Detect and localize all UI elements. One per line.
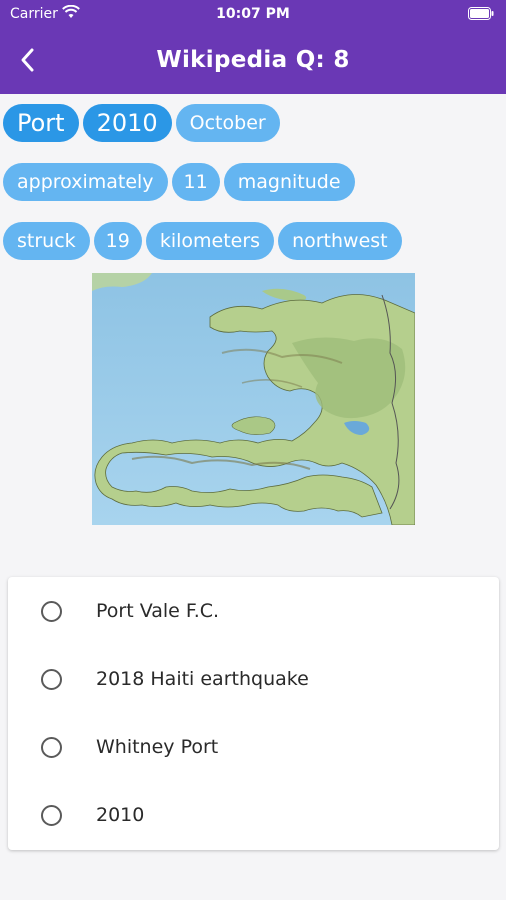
- answer-options: Port Vale F.C. 2018 Haiti earthquake Whi…: [8, 577, 499, 850]
- keyword-chip[interactable]: struck: [3, 222, 90, 260]
- radio-button[interactable]: [41, 668, 62, 690]
- keyword-chip[interactable]: October: [175, 104, 280, 142]
- radio-button[interactable]: [41, 804, 62, 826]
- answer-option[interactable]: 2018 Haiti earthquake: [8, 645, 499, 713]
- chip-row: approximately 11 magnitude: [3, 163, 503, 201]
- keyword-chip[interactable]: northwest: [278, 222, 402, 260]
- radio-button[interactable]: [41, 600, 62, 622]
- keyword-chip[interactable]: 11: [171, 163, 220, 201]
- keyword-chip[interactable]: magnitude: [223, 163, 355, 201]
- answer-label: 2010: [96, 804, 145, 826]
- status-time: 10:07 PM: [216, 6, 290, 22]
- keyword-chip[interactable]: 19: [93, 222, 142, 260]
- answer-label: Port Vale F.C.: [96, 600, 220, 622]
- keyword-chip[interactable]: kilometers: [145, 222, 275, 260]
- keyword-chip[interactable]: Port: [3, 104, 79, 142]
- app-header: Carrier 10:07 PM Wikipedia Q: 8: [0, 0, 506, 94]
- answer-option[interactable]: Port Vale F.C.: [8, 577, 499, 645]
- radio-button[interactable]: [41, 736, 62, 758]
- keyword-chips: Port 2010 October approximately 11 magni…: [3, 104, 503, 281]
- answer-label: 2018 Haiti earthquake: [96, 668, 309, 690]
- map-image: [92, 273, 415, 525]
- page-title: Wikipedia Q: 8: [156, 47, 350, 73]
- status-bar: Carrier 10:07 PM: [0, 0, 506, 28]
- chip-row: struck 19 kilometers northwest: [3, 222, 503, 260]
- chip-row: Port 2010 October: [3, 104, 503, 142]
- battery-icon: [468, 7, 494, 20]
- relief-map: [92, 273, 415, 525]
- answer-option[interactable]: 2010: [8, 781, 499, 849]
- keyword-chip[interactable]: approximately: [3, 163, 168, 201]
- answer-label: Whitney Port: [96, 736, 219, 758]
- keyword-chip[interactable]: 2010: [82, 104, 172, 142]
- answer-option[interactable]: Whitney Port: [8, 713, 499, 781]
